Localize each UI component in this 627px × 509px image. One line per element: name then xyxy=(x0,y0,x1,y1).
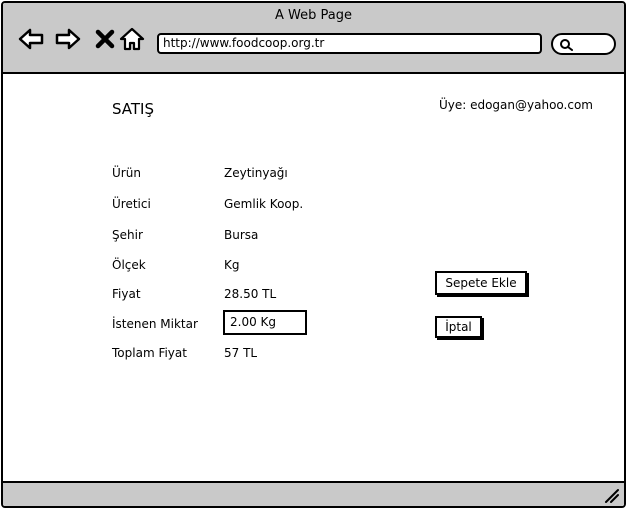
total-price-label: Toplam Fiyat xyxy=(112,346,187,360)
url-bar[interactable]: http://www.foodcoop.org.tr xyxy=(157,33,542,54)
unit-value: Kg xyxy=(224,258,240,272)
total-price-value: 57 TL xyxy=(224,346,258,360)
product-label: Ürün xyxy=(112,166,141,180)
back-arrow-icon[interactable] xyxy=(17,25,45,53)
browser-window: A Web Page http://www.foodcoop.org.tr SA… xyxy=(1,1,626,508)
search-icon xyxy=(560,39,573,51)
city-label: Şehir xyxy=(112,228,143,242)
page-content: SATIŞ Üye: edogan@yahoo.com Ürün Zeytiny… xyxy=(3,76,624,483)
member-email: Üye: edogan@yahoo.com xyxy=(438,98,593,112)
forward-arrow-icon[interactable] xyxy=(54,25,82,53)
producer-label: Üretici xyxy=(112,197,151,211)
product-value: Zeytinyağı xyxy=(224,166,288,180)
resize-grip-icon[interactable] xyxy=(603,487,619,503)
close-icon[interactable] xyxy=(91,25,119,53)
producer-value: Gemlik Koop. xyxy=(224,197,304,211)
quantity-label: İstenen Miktar xyxy=(112,317,198,331)
price-value: 28.50 TL xyxy=(224,287,277,301)
home-icon[interactable] xyxy=(118,25,146,53)
status-bar xyxy=(3,481,624,506)
city-value: Bursa xyxy=(224,228,259,242)
quantity-input[interactable]: 2.00 Kg xyxy=(223,310,307,335)
window-title: A Web Page xyxy=(275,8,352,23)
page-title: SATIŞ xyxy=(112,100,155,118)
search-field[interactable] xyxy=(551,33,616,55)
browser-toolbar: A Web Page http://www.foodcoop.org.tr xyxy=(3,3,624,74)
unit-label: Ölçek xyxy=(112,258,146,272)
price-label: Fiyat xyxy=(112,287,141,301)
cancel-button[interactable]: İptal xyxy=(435,316,482,338)
add-to-cart-button[interactable]: Sepete Ekle xyxy=(435,271,527,295)
